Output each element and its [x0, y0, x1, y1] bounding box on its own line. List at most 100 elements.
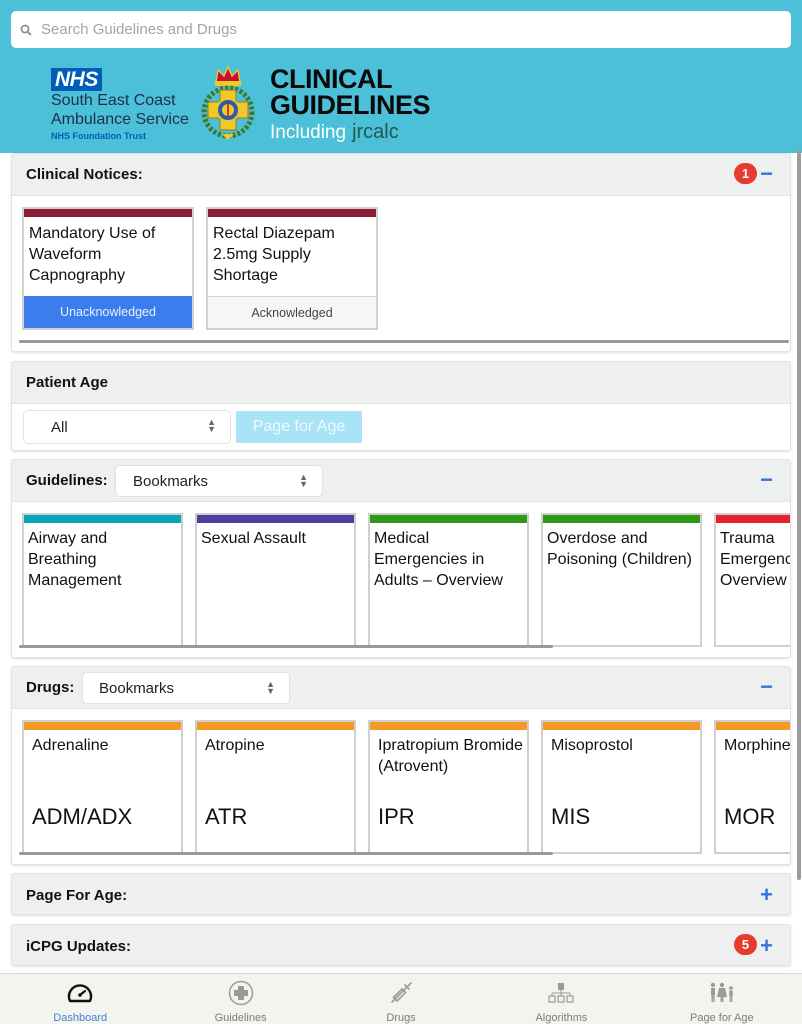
title-line1: CLINICAL — [270, 64, 392, 94]
nhs-logo: NHS — [51, 68, 102, 91]
trust-line: NHS Foundation Trust — [51, 131, 146, 141]
patient-age-select[interactable]: All ▲ ▼ — [23, 410, 231, 444]
patient-age-panel: Patient Age All ▲ ▼ Page for Age — [11, 361, 791, 451]
patient-age-title: Patient Age — [26, 374, 108, 391]
guideline-title: Trauma Emergencies Overview — [720, 530, 791, 589]
tab-dashboard[interactable]: Dashboard — [0, 974, 160, 1024]
search-input[interactable] — [41, 21, 741, 38]
clinical-guidelines-title: CLINICAL GUIDELINES Including jrcalc — [270, 64, 431, 144]
org-name-line2: Ambulance Service — [51, 111, 189, 128]
tab-label: Guidelines — [214, 1012, 267, 1024]
drugs-horizontal-scrollbar[interactable] — [19, 852, 553, 855]
tab-drugs[interactable]: Drugs — [321, 974, 481, 1024]
title-line2: GUIDELINES — [270, 90, 431, 120]
notice-title: Rectal Diazepam 2.5mg Supply Shortage — [213, 225, 335, 284]
guideline-color-bar — [24, 515, 181, 523]
guideline-card[interactable]: Airway and Breathing Management — [22, 513, 183, 647]
guideline-color-bar — [370, 515, 527, 523]
notice-card[interactable]: Rectal Diazepam 2.5mg Supply Shortage Ac… — [206, 207, 378, 330]
org-name-line1: South East Coast — [51, 92, 176, 109]
guideline-color-bar — [197, 515, 354, 523]
tab-guidelines[interactable]: Guidelines — [160, 974, 320, 1024]
search-icon — [11, 24, 41, 36]
syringe-icon — [388, 979, 414, 1007]
guideline-color-bar — [716, 515, 790, 523]
vertical-scrollbar[interactable] — [797, 150, 801, 880]
drugs-filter-select[interactable]: Bookmarks ▲ ▼ — [82, 672, 290, 704]
patient-age-selected: All — [51, 418, 68, 436]
notice-color-bar — [208, 209, 376, 217]
drug-card[interactable]: Misoprostol MIS — [541, 720, 702, 854]
page-for-age-panel[interactable]: Page For Age: + — [11, 873, 791, 915]
flowchart-icon — [547, 979, 575, 1007]
jrcalc-logo: jrcalc — [352, 121, 399, 143]
drug-color-bar — [197, 722, 354, 730]
tab-label: Page for Age — [690, 1012, 754, 1024]
collapse-toggle[interactable]: − — [760, 469, 773, 491]
organization-logo: NHS South East Coast Ambulance Service N… — [51, 68, 189, 142]
page-for-age-header[interactable]: Page For Age: + — [12, 874, 790, 914]
notice-card[interactable]: Mandatory Use of Waveform Capnography Un… — [22, 207, 194, 330]
expand-toggle[interactable]: + — [760, 884, 773, 906]
clinical-notices-title: Clinical Notices: — [26, 166, 143, 183]
guidelines-filter-select[interactable]: Bookmarks ▲ ▼ — [115, 465, 323, 497]
drug-color-bar — [716, 722, 790, 730]
drug-color-bar — [370, 722, 527, 730]
collapse-toggle[interactable]: − — [760, 676, 773, 698]
select-arrows-icon: ▲ ▼ — [299, 472, 308, 489]
collapse-toggle[interactable]: − — [760, 163, 773, 185]
drug-card[interactable]: Atropine ATR — [195, 720, 356, 854]
guidelines-title: Guidelines: — [26, 472, 108, 489]
guideline-card[interactable]: Sexual Assault — [195, 513, 356, 647]
clinical-notices-header[interactable]: Clinical Notices: 1 − — [12, 154, 790, 196]
guideline-title: Airway and Breathing Management — [28, 530, 122, 589]
tab-label: Drugs — [386, 1012, 416, 1024]
guideline-card[interactable]: Trauma Emergencies Overview — [714, 513, 791, 647]
patient-age-header: Patient Age — [12, 362, 790, 404]
tab-algorithms[interactable]: Algorithms — [481, 974, 641, 1024]
guideline-card[interactable]: Overdose and Poisoning (Children) — [541, 513, 702, 647]
icpg-updates-header[interactable]: iCPG Updates: 5 + — [12, 925, 790, 965]
icpg-updates-panel[interactable]: iCPG Updates: 5 + — [11, 924, 791, 966]
drugs-panel: Drugs: Bookmarks ▲ ▼ − Adrenaline ADM/ADX… — [11, 666, 791, 865]
guidelines-horizontal-scrollbar[interactable] — [19, 645, 553, 648]
search-bar[interactable] — [11, 11, 791, 48]
drugs-title: Drugs: — [26, 679, 75, 696]
page-for-age-button[interactable]: Page for Age — [236, 411, 362, 443]
guideline-title: Overdose and Poisoning (Children) — [547, 530, 692, 568]
guidelines-filter-selected: Bookmarks — [133, 472, 209, 490]
drug-name: Morphine — [724, 737, 791, 754]
guideline-color-bar — [543, 515, 700, 523]
drugs-header: Drugs: Bookmarks ▲ ▼ − — [12, 667, 790, 709]
page-for-age-title: Page For Age: — [26, 886, 128, 904]
select-arrows-icon: ▲ ▼ — [266, 679, 275, 696]
select-arrows-icon: ▲ ▼ — [207, 417, 216, 434]
guidelines-panel: Guidelines: Bookmarks ▲ ▼ − Airway and Br… — [11, 459, 791, 658]
drug-name: Misoprostol — [551, 737, 633, 754]
guideline-title: Medical Emergencies in Adults – Overview — [374, 530, 503, 589]
drug-code: IPR — [378, 804, 415, 829]
drug-card[interactable]: Adrenaline ADM/ADX — [22, 720, 183, 854]
notice-status-unacknowledged[interactable]: Unacknowledged — [24, 296, 192, 328]
notices-count-badge: 1 — [734, 163, 757, 184]
drugs-list: Adrenaline ADM/ADX Atropine ATR Ipratrop… — [12, 709, 790, 864]
drug-name: Atropine — [205, 737, 265, 754]
guidelines-list: Airway and Breathing Management Sexual A… — [12, 502, 790, 657]
drug-code: ADM/ADX — [32, 804, 133, 829]
drug-color-bar — [543, 722, 700, 730]
drug-code: MIS — [551, 804, 591, 829]
guideline-title: Sexual Assault — [201, 530, 306, 547]
drug-name: Adrenaline — [32, 737, 109, 754]
tab-page-for-age[interactable]: Page for Age — [642, 974, 802, 1024]
updates-count-badge: 5 — [734, 934, 757, 955]
guideline-card[interactable]: Medical Emergencies in Adults – Overview — [368, 513, 529, 647]
bottom-tab-bar: Dashboard Guidelines Drugs Algorithms Pa… — [0, 973, 802, 1024]
drug-card[interactable]: Morphine MOR — [714, 720, 791, 854]
drugs-filter-selected: Bookmarks — [99, 679, 175, 697]
notices-horizontal-scrollbar[interactable] — [19, 340, 789, 343]
notice-color-bar — [24, 209, 192, 217]
expand-toggle[interactable]: + — [760, 935, 773, 957]
notice-status-acknowledged[interactable]: Acknowledged — [208, 296, 376, 328]
tab-label: Algorithms — [535, 1012, 588, 1024]
drug-card[interactable]: Ipratropium Bromide (Atrovent) IPR — [368, 720, 529, 854]
